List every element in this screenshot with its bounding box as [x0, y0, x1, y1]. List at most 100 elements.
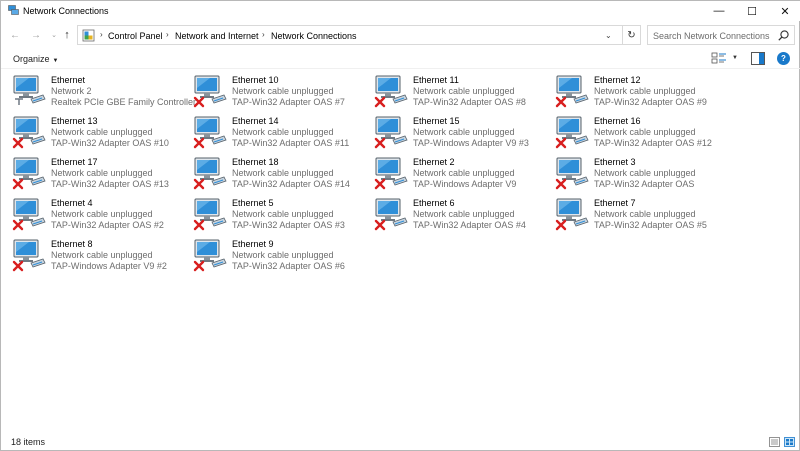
- connection-item[interactable]: Ethernet 12 Network cable unplugged TAP-Wi…: [544, 71, 724, 111]
- command-bar: Organize ▼ ▼ ?: [1, 49, 800, 69]
- network-adapter-icon: [193, 239, 227, 272]
- view-options-dropdown[interactable]: ▼: [732, 55, 738, 61]
- preview-pane-icon[interactable]: [751, 52, 765, 65]
- network-adapter-icon: [193, 75, 227, 108]
- address-bar[interactable]: › Control Panel › Network and Internet ›…: [77, 25, 623, 45]
- status-bar: 18 items: [1, 433, 800, 451]
- connection-item[interactable]: Ethernet 7 Network cable unplugged TAP-Win…: [544, 194, 724, 234]
- connection-name: Ethernet 7: [594, 198, 636, 208]
- connection-device: TAP-Windows Adapter V9: [413, 179, 517, 189]
- details-view-icon[interactable]: [769, 437, 780, 447]
- minimize-button[interactable]: —: [702, 1, 736, 21]
- up-button[interactable]: ↑: [59, 27, 75, 43]
- connection-item[interactable]: Ethernet 17 Network cable unplugged TAP-Wi…: [1, 153, 181, 193]
- network-adapter-icon: [193, 198, 227, 231]
- network-adapter-icon: [374, 75, 408, 108]
- connection-item[interactable]: Ethernet 11 Network cable unplugged TAP-Wi…: [363, 71, 543, 111]
- window-title: Network Connections: [23, 6, 109, 16]
- connection-item[interactable]: Ethernet 10 Network cable unplugged TAP-Wi…: [182, 71, 362, 111]
- breadcrumb-network-and-internet[interactable]: Network and Internet: [175, 31, 259, 41]
- breadcrumb-separator[interactable]: ›: [100, 30, 103, 39]
- connection-name: Ethernet 12: [594, 75, 641, 85]
- large-icons-view-icon[interactable]: [784, 437, 795, 447]
- connection-status: Network cable unplugged: [232, 209, 334, 219]
- connection-device: TAP-Win32 Adapter OAS #9: [594, 97, 707, 107]
- connection-item[interactable]: Ethernet 14 Network cable unplugged TAP-Wi…: [182, 112, 362, 152]
- connection-item[interactable]: Ethernet 13 Network cable unplugged TAP-Wi…: [1, 112, 181, 152]
- refresh-button[interactable]: ↻: [623, 25, 641, 45]
- network-adapter-icon: [193, 116, 227, 149]
- close-button[interactable]: ✕: [768, 1, 800, 21]
- connection-device: TAP-Win32 Adapter OAS: [594, 179, 695, 189]
- breadcrumb-separator[interactable]: ›: [262, 30, 265, 39]
- search-input[interactable]: [653, 29, 773, 42]
- connection-device: TAP-Win32 Adapter OAS #14: [232, 179, 350, 189]
- connection-item[interactable]: Ethernet 4 Network cable unplugged TAP-Win…: [1, 194, 181, 234]
- breadcrumb-control-panel[interactable]: Control Panel: [108, 31, 163, 41]
- control-panel-icon: [82, 29, 95, 42]
- help-button[interactable]: ?: [777, 52, 790, 65]
- back-button[interactable]: ←: [7, 27, 23, 43]
- breadcrumb-separator[interactable]: ›: [166, 30, 169, 39]
- connection-item[interactable]: Ethernet 18 Network cable unplugged TAP-Wi…: [182, 153, 362, 193]
- network-adapter-icon: [555, 198, 589, 231]
- network-adapter-icon: [374, 116, 408, 149]
- connection-item[interactable]: Ethernet Network 2 Realtek PCIe GBE Family…: [1, 71, 196, 111]
- connection-device: Realtek PCIe GBE Family Controller: [51, 97, 197, 107]
- connection-status: Network cable unplugged: [232, 168, 334, 178]
- network-adapter-icon: [374, 157, 408, 190]
- network-adapter-icon: [555, 116, 589, 149]
- network-adapter-icon: [374, 198, 408, 231]
- network-adapter-icon: [12, 157, 46, 190]
- forward-button[interactable]: →: [28, 27, 44, 43]
- connection-name: Ethernet 6: [413, 198, 455, 208]
- connection-device: TAP-Win32 Adapter OAS #4: [413, 220, 526, 230]
- connection-name: Ethernet 16: [594, 116, 641, 126]
- network-adapter-icon: [12, 198, 46, 231]
- connection-name: Ethernet 18: [232, 157, 279, 167]
- connection-name: Ethernet 8: [51, 239, 93, 249]
- connection-name: Ethernet 11: [413, 75, 459, 85]
- connection-status: Network cable unplugged: [51, 209, 153, 219]
- connection-item[interactable]: Ethernet 8 Network cable unplugged TAP-Win…: [1, 235, 181, 275]
- organize-menu[interactable]: Organize ▼: [13, 54, 58, 64]
- network-adapter-icon: [13, 75, 46, 105]
- connection-item[interactable]: Ethernet 15 Network cable unplugged TAP-Wi…: [363, 112, 543, 152]
- connection-status: Network cable unplugged: [51, 127, 153, 137]
- connection-status: Network cable unplugged: [51, 250, 153, 260]
- change-view-icon[interactable]: [711, 52, 727, 66]
- connection-name: Ethernet 15: [413, 116, 460, 126]
- connection-item[interactable]: Ethernet 5 Network cable unplugged TAP-Win…: [182, 194, 362, 234]
- network-adapter-icon: [555, 75, 589, 108]
- maximize-button[interactable]: ☐: [735, 1, 769, 21]
- breadcrumb-network-connections[interactable]: Network Connections: [271, 31, 357, 41]
- connection-name: Ethernet 9: [232, 239, 274, 249]
- network-adapter-icon: [12, 116, 46, 149]
- connection-device: TAP-Win32 Adapter OAS #10: [51, 138, 169, 148]
- search-box[interactable]: [647, 25, 795, 45]
- connection-status: Network cable unplugged: [413, 168, 515, 178]
- connection-status: Network cable unplugged: [232, 127, 334, 137]
- connection-name: Ethernet 14: [232, 116, 279, 126]
- connection-name: Ethernet 10: [232, 75, 279, 85]
- connection-item[interactable]: Ethernet 16 Network cable unplugged TAP-Wi…: [544, 112, 724, 152]
- organize-label: Organize: [13, 54, 50, 64]
- connection-status: Network cable unplugged: [232, 86, 334, 96]
- connection-item[interactable]: Ethernet 9 Network cable unplugged TAP-Win…: [182, 235, 362, 275]
- connection-status: Network 2: [51, 86, 92, 96]
- connection-item[interactable]: Ethernet 2 Network cable unplugged TAP-Win…: [363, 153, 543, 193]
- connection-device: TAP-Win32 Adapter OAS #8: [413, 97, 526, 107]
- address-history-dropdown[interactable]: ⌄: [605, 31, 612, 40]
- connection-device: TAP-Win32 Adapter OAS #13: [51, 179, 169, 189]
- network-adapter-icon: [193, 157, 227, 190]
- search-icon[interactable]: [777, 29, 790, 42]
- connection-status: Network cable unplugged: [413, 127, 515, 137]
- connection-name: Ethernet 17: [51, 157, 98, 167]
- connection-item[interactable]: Ethernet 3 Network cable unplugged TAP-Win…: [544, 153, 724, 193]
- navigation-bar: ← → ⌄ ↑ › Control Panel › Network and In…: [1, 23, 800, 47]
- connection-name: Ethernet: [51, 75, 86, 85]
- connection-status: Network cable unplugged: [51, 168, 153, 178]
- title-bar[interactable]: Network Connections — ☐ ✕: [1, 1, 800, 21]
- connection-device: TAP-Windows Adapter V9 #3: [413, 138, 529, 148]
- connection-item[interactable]: Ethernet 6 Network cable unplugged TAP-Win…: [363, 194, 543, 234]
